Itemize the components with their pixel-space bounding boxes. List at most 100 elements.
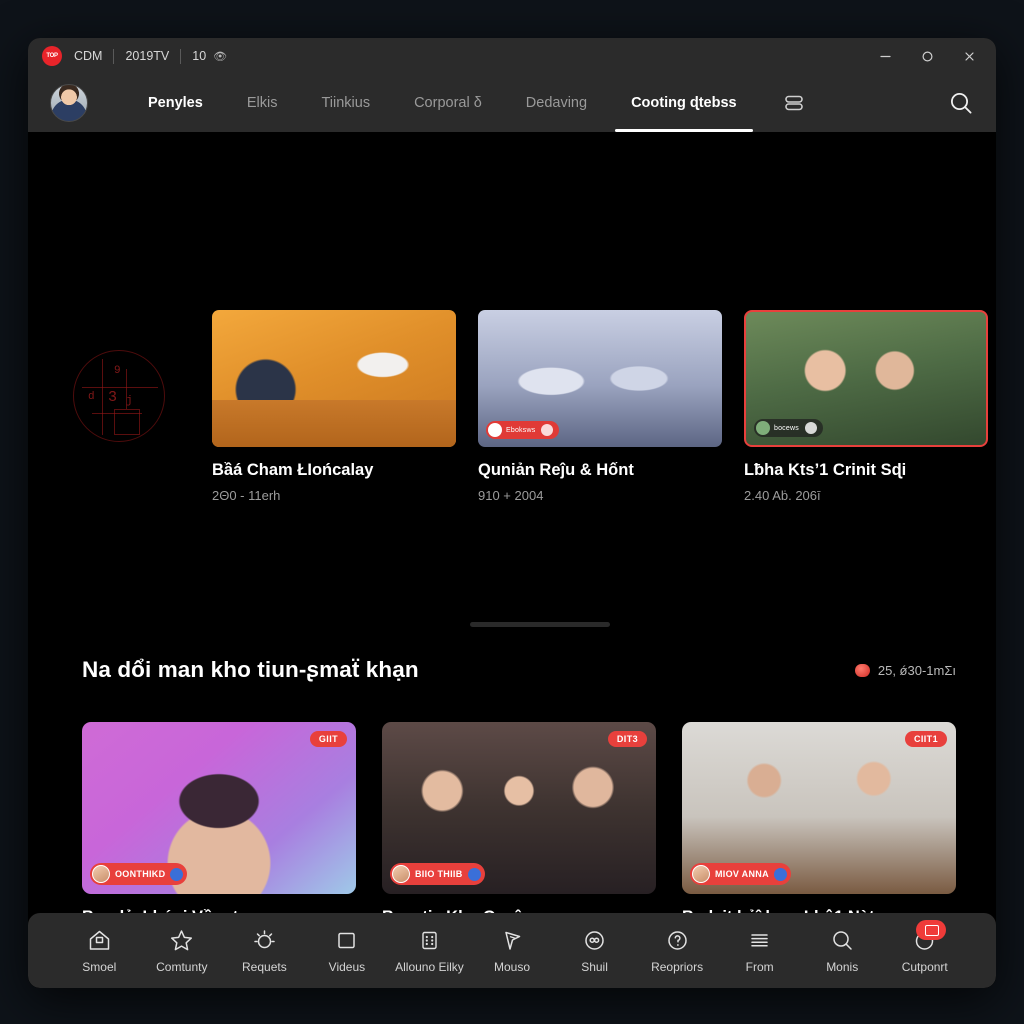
grid-pill-label-2: MIOV ANNA	[715, 869, 769, 879]
nav-item-2[interactable]: Tiinkius	[299, 74, 392, 132]
grid-thumbnail-0[interactable]: GIIT OONTHIKD	[82, 722, 356, 894]
dock-item-from[interactable]: From	[718, 927, 801, 974]
main-navbar: Penyles Elkis Tiinkius Corporal δ Dedavi…	[28, 74, 996, 132]
titlebar-divider-2	[180, 48, 182, 64]
dock-label-cutponrt: Cutponrt	[901, 960, 948, 974]
hero-badge-label-2: bocews	[774, 424, 799, 432]
brand-logo-text: TOP	[46, 53, 58, 59]
dock-label-mouso: Mouso	[493, 960, 531, 974]
grid-tag-0: GIIT	[309, 731, 347, 747]
dock-item-videos[interactable]: Videus	[306, 927, 389, 974]
grid-pill-avatar-0	[92, 865, 110, 883]
hero-thumbnail-2[interactable]: bocews	[744, 310, 988, 447]
grid-dots-icon	[417, 927, 442, 953]
hero-badge-label-0: gbtendnous	[240, 426, 279, 434]
hero-badge-avatar-2	[756, 421, 770, 435]
app-name-label: CDM	[74, 49, 103, 63]
lightbulb-icon	[252, 927, 277, 953]
nav-item-list: Penyles Elkis Tiinkius Corporal δ Dedavi…	[126, 74, 759, 132]
help-circle-icon	[665, 927, 690, 953]
grid-pill-dot-1	[467, 867, 481, 881]
grid-pill-label-0: OONTHIKD	[115, 869, 166, 879]
chat-badge-icon	[912, 920, 947, 953]
hero-carousel: gbtendnous Bầá Cham ŁIońcalay 2Θ0 - 11er…	[212, 310, 988, 503]
hero-badge-avatar-1	[488, 423, 502, 437]
minimize-button[interactable]	[864, 39, 906, 73]
content-area: d 3 j 9 gbtendnous Bầá Cham ŁIońcalay 2Θ…	[28, 132, 996, 988]
hero-card-2-featured[interactable]: bocews Lƀha Kts’1 Crinit Sɖi 2.40 Aḃ. 20…	[744, 310, 988, 503]
grid-tag-2: CIIT1	[904, 731, 947, 747]
list-view-icon[interactable]	[781, 90, 807, 116]
grid-thumbnail-1[interactable]: DIT3 BIIO THIIB	[382, 722, 656, 894]
grid-pill-avatar-1	[392, 865, 410, 883]
hero-subtitle-2: 2.40 Aḃ. 206ī	[744, 488, 821, 503]
hero-badge-dot-1	[541, 424, 554, 436]
dock-label-community: Comtunty	[156, 960, 208, 974]
hero-thumbnail-1[interactable]: Eboksws	[478, 310, 722, 447]
dock-item-shuil[interactable]: Shuil	[553, 927, 636, 974]
hero-badge-dot-2	[804, 422, 817, 434]
nav-item-3[interactable]: Corporal δ	[392, 74, 504, 132]
avatar[interactable]	[50, 84, 88, 122]
hero-badge-0: gbtendnous	[220, 421, 303, 439]
close-button[interactable]	[948, 39, 990, 73]
section-meta-label: 25, ǿ30-1mΣı	[877, 662, 956, 678]
dock-item-reopriors[interactable]: Reopriors	[636, 927, 719, 974]
section-meta: 25, ǿ30-1mΣı	[854, 662, 956, 678]
grid-pill-2: MIOV ANNA	[690, 863, 791, 885]
dock-item-cutponrt[interactable]: Cutponrt	[883, 920, 966, 974]
star-icon	[169, 927, 194, 953]
dock-item-monis[interactable]: Monis	[801, 927, 884, 974]
cursor-arrow-icon	[500, 927, 525, 953]
dock-item-requests[interactable]: Requets	[223, 927, 306, 974]
desktop-background: TOP CDM 2019TV 10 👁 Penyles Elkis Tiinki…	[0, 0, 1024, 1024]
hero-title-2: Lƀha Kts’1 Crinit Sɖi	[744, 461, 907, 479]
grid-pill-1: BIIO THIIB	[390, 863, 485, 885]
dock-label-shuil: Shuil	[581, 960, 608, 974]
dock-label-videos: Videus	[328, 960, 366, 974]
hero-card-0[interactable]: gbtendnous Bầá Cham ŁIońcalay 2Θ0 - 11er…	[212, 310, 456, 503]
search-icon[interactable]	[944, 86, 978, 120]
bottom-dock: Smoel Comtunty Requets Videus Allouno Ei…	[28, 913, 996, 988]
dock-label-reopriors: Reopriors	[651, 960, 704, 974]
page-title: Na dổi man kho tiun-ʂmaẗ khạn	[82, 657, 419, 682]
hero-badge-label-1: Eboksws	[506, 426, 536, 434]
grid-thumbnail-2[interactable]: CIIT1 MIOV ANNA	[682, 722, 956, 894]
home-icon	[87, 927, 112, 953]
dock-label-from: From	[745, 960, 774, 974]
dock-item-allouno[interactable]: Allouno Eilky	[388, 927, 471, 974]
dock-label-allouno: Allouno Eilky	[395, 960, 464, 974]
carousel-scrollbar[interactable]	[470, 622, 610, 627]
titlebar-divider-1	[113, 48, 115, 64]
hero-title-1: Quniản Reĵu & Hốnt	[478, 461, 634, 479]
nav-item-1[interactable]: Elkis	[225, 74, 300, 132]
dock-label-home: Smoel	[82, 960, 117, 974]
flame-icon	[854, 663, 870, 677]
nav-item-4[interactable]: Dedaving	[504, 74, 609, 132]
dock-item-community[interactable]: Comtunty	[141, 927, 224, 974]
grid-pill-label-1: BIIO THIIB	[415, 869, 463, 879]
nav-item-5-active[interactable]: Cooting ɖtebss	[609, 74, 759, 132]
search-icon	[830, 927, 855, 953]
grid-pill-0: OONTHIKD	[90, 863, 188, 885]
hero-thumbnail-0[interactable]: gbtendnous	[212, 310, 456, 447]
eye-icon: 👁	[213, 50, 228, 63]
hero-subtitle-0: 2Θ0 - 11erh	[212, 488, 281, 503]
grid-tag-1: DIT3	[607, 731, 647, 747]
dock-item-mouso[interactable]: Mouso	[471, 927, 554, 974]
app-window: TOP CDM 2019TV 10 👁 Penyles Elkis Tiinki…	[28, 38, 996, 988]
hero-subtitle-1: 910 + 2004	[478, 488, 544, 503]
hero-badge-1: Eboksws	[486, 421, 560, 439]
grid-pill-avatar-2	[692, 865, 710, 883]
maximize-button[interactable]	[906, 39, 948, 73]
hero-badge-dot-0	[284, 424, 297, 436]
viewer-count-label: 10	[192, 49, 207, 63]
nav-item-0[interactable]: Penyles	[126, 74, 225, 132]
window-titlebar: TOP CDM 2019TV 10 👁	[28, 38, 996, 74]
circular-red-watermark: d 3 j 9	[73, 350, 165, 442]
hero-card-1[interactable]: Eboksws Quniản Reĵu & Hốnt 910 + 2004	[478, 310, 722, 503]
dock-label-requests: Requets	[242, 960, 287, 974]
hero-title-0: Bầá Cham ŁIońcalay	[212, 461, 374, 479]
grid-pill-dot-2	[773, 867, 787, 881]
dock-item-home[interactable]: Smoel	[58, 927, 141, 974]
